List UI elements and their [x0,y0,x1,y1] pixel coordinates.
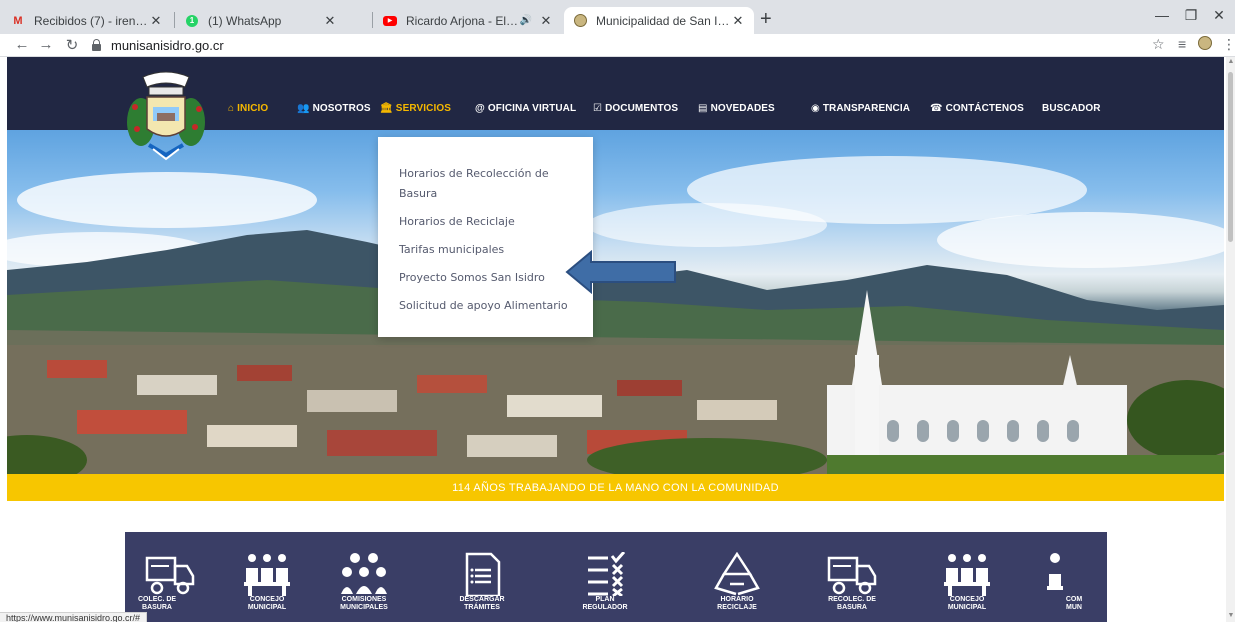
new-tab-button[interactable]: + [760,9,772,29]
service-label: HORARIO RECICLAJE [717,596,757,611]
service-tile[interactable]: COM MUN [1045,532,1107,622]
tab-title: Ricardo Arjona - El Blues De [406,13,520,28]
service-label: CONCEJO MUNICIPAL [947,596,987,611]
check-square-icon: ☑ [593,103,603,114]
at-icon: @ [475,103,485,114]
hero-scenery [7,156,1224,474]
service-tile[interactable]: CONCEJO MUNICIPAL [921,532,1013,622]
close-icon[interactable]: ✕ [730,13,746,29]
tab-title: Recibidos (7) - irene.azofeifa@sa [34,13,148,28]
service-tile[interactable]: RECOLEC. DE BASURA [806,532,898,622]
browser-toolbar: ← → ↻ munisanisidro.go.cr ☆ ≡ ⋮ [0,34,1235,57]
council-icon [244,554,290,596]
close-icon[interactable]: ✕ [322,13,338,29]
nav-inicio[interactable]: ⌂ INICIO [228,103,268,114]
playlist-icon[interactable]: ≡ [1178,36,1186,52]
restore-icon[interactable]: ❐ [1176,7,1206,24]
eye-icon: ◉ [811,103,820,114]
site-icon [572,13,588,29]
tab-municipalidad[interactable]: Municipalidad de San Isidro de H ✕ [564,7,754,34]
service-label: PLAN REGULADOR [582,596,628,611]
scrollbar-thumb[interactable] [1228,72,1233,242]
nav-buscador[interactable]: BUSCADOR [1042,103,1101,114]
annotation-arrow-icon [565,250,676,294]
bank-icon: 🏛 [380,103,393,114]
scroll-down-icon[interactable]: ▼ [1227,612,1235,619]
tab-whatsapp[interactable]: 1 (1) WhatsApp ✕ [176,7,346,34]
audio-icon[interactable]: 🔊 [520,15,532,26]
recycle-icon [714,552,760,596]
service-tile[interactable]: DESCARGAR TRÁMITES [436,532,528,622]
reload-icon[interactable]: ↻ [62,36,82,54]
service-label: CONCEJO MUNICIPAL [247,596,287,611]
service-tile[interactable]: COMISIONES MUNICIPALES [318,532,410,622]
document-icon [465,552,501,596]
nav-nosotros[interactable]: 👥 NOSOTROS [297,103,371,114]
whatsapp-icon: 1 [184,13,200,29]
council-icon [944,554,990,596]
dropdown-item-proyecto-somos[interactable]: Proyecto Somos San Isidro [378,268,593,288]
service-tile[interactable]: COLEC. DE BASURA [125,532,217,622]
users-icon: 👥 [297,103,310,114]
newspaper-icon: ▤ [698,103,708,114]
phone-icon: ☎ [930,103,943,114]
service-label: COLEC. DE BASURA [137,596,177,611]
dropdown-item-horarios-recoleccion-cont[interactable]: Basura [378,184,593,204]
minimize-icon[interactable]: — [1147,7,1177,23]
dropdown-item-apoyo-alimentario[interactable]: Solicitud de apoyo Alimentario [378,296,593,316]
truck-icon [145,556,195,595]
service-label: COM MUN [1065,596,1083,611]
group-icon [1047,553,1063,590]
close-icon[interactable]: ✕ [148,13,164,29]
nav-documentos[interactable]: ☑ DOCUMENTOS [593,103,678,114]
truck-icon [827,556,877,595]
service-tile[interactable]: HORARIO RECICLAJE [691,532,783,622]
nav-transparencia[interactable]: ◉ TRANSPARENCIA [811,103,910,114]
tab-title: Municipalidad de San Isidro de H [596,13,730,28]
forward-icon[interactable]: → [36,36,56,53]
nav-contactenos[interactable]: ☎ CONTÁCTENOS [930,103,1024,114]
municipal-coat-of-arms-logo [127,71,205,161]
address-bar[interactable]: munisanisidro.go.cr [92,36,224,54]
back-icon[interactable]: ← [12,36,32,53]
menu-icon[interactable]: ⋮ [1222,36,1235,53]
youtube-icon: ▶ [382,13,398,29]
dropdown-item-tarifas[interactable]: Tarifas municipales [378,240,593,260]
star-icon[interactable]: ☆ [1152,36,1165,53]
service-label: DESCARGAR TRÁMITES [459,596,505,611]
tab-separator [372,12,373,28]
scroll-up-icon[interactable]: ▲ [1227,58,1235,65]
anniversary-banner: 114 AÑOS TRABAJANDO DE LA MANO CON LA CO… [7,474,1224,501]
url-text: munisanisidro.go.cr [111,37,224,53]
servicios-dropdown-menu: Horarios de Recolección de Basura Horari… [378,137,593,337]
close-icon[interactable]: ✕ [538,13,554,29]
nav-oficina-virtual[interactable]: @ OFICINA VIRTUAL [475,103,576,114]
nav-novedades[interactable]: ▤ NOVEDADES [698,103,775,114]
lock-icon [92,38,101,51]
dropdown-item-horarios-recoleccion[interactable]: Horarios de Recolección de [378,164,593,184]
tab-strip: M Recibidos (7) - irene.azofeifa@sa ✕ 1 … [0,0,1235,34]
service-label: COMISIONES MUNICIPALES [340,596,388,611]
service-label: RECOLEC. DE BASURA [828,596,876,611]
profile-icon[interactable] [1198,36,1212,53]
services-strip: COLEC. DE BASURA CONCEJO MUNICIPAL COMIS… [125,532,1107,622]
checklist-icon [588,552,626,596]
home-icon: ⌂ [228,103,235,114]
service-tile[interactable]: CONCEJO MUNICIPAL [221,532,313,622]
tab-gmail[interactable]: M Recibidos (7) - irene.azofeifa@sa ✕ [2,7,172,34]
nav-servicios[interactable]: 🏛 SERVICIOS [380,103,451,114]
hero-landscape-image [7,130,1224,474]
banner-text: 114 AÑOS TRABAJANDO DE LA MANO CON LA CO… [452,481,779,494]
browser-window: M Recibidos (7) - irene.azofeifa@sa ✕ 1 … [0,0,1235,622]
tab-youtube[interactable]: ▶ Ricardo Arjona - El Blues De 🔊 ✕ [374,7,562,34]
tab-title: (1) WhatsApp [208,13,282,28]
link-status-bubble: https://www.munisanisidro.go.cr/# [0,612,148,622]
gmail-icon: M [13,14,23,27]
close-window-icon[interactable]: ✕ [1204,7,1234,24]
dropdown-item-horarios-reciclaje[interactable]: Horarios de Reciclaje [378,212,593,232]
group-icon [341,553,387,594]
tab-separator [174,12,175,28]
page-viewport: ⌂ INICIO 👥 NOSOTROS 🏛 SERVICIOS @ OFICINA VI… [0,57,1226,622]
service-tile[interactable]: PLAN REGULADOR [559,532,651,622]
